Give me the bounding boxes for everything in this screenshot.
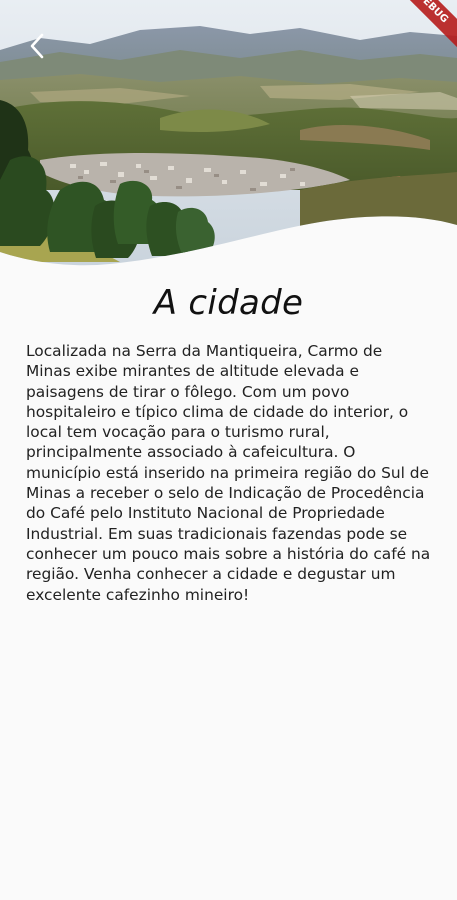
chevron-left-icon [30, 33, 44, 59]
content-section: A cidade Localizada na Serra da Mantique… [0, 275, 457, 605]
city-detail-screen: DEBUG A cidade Localizada na Serra da Ma… [0, 0, 457, 900]
landscape-photo [0, 0, 457, 266]
hero-image: DEBUG [0, 0, 457, 275]
back-button[interactable] [22, 30, 52, 62]
description-text: Localizada na Serra da Mantiqueira, Carm… [26, 342, 431, 604]
page-title: A cidade [153, 283, 304, 323]
